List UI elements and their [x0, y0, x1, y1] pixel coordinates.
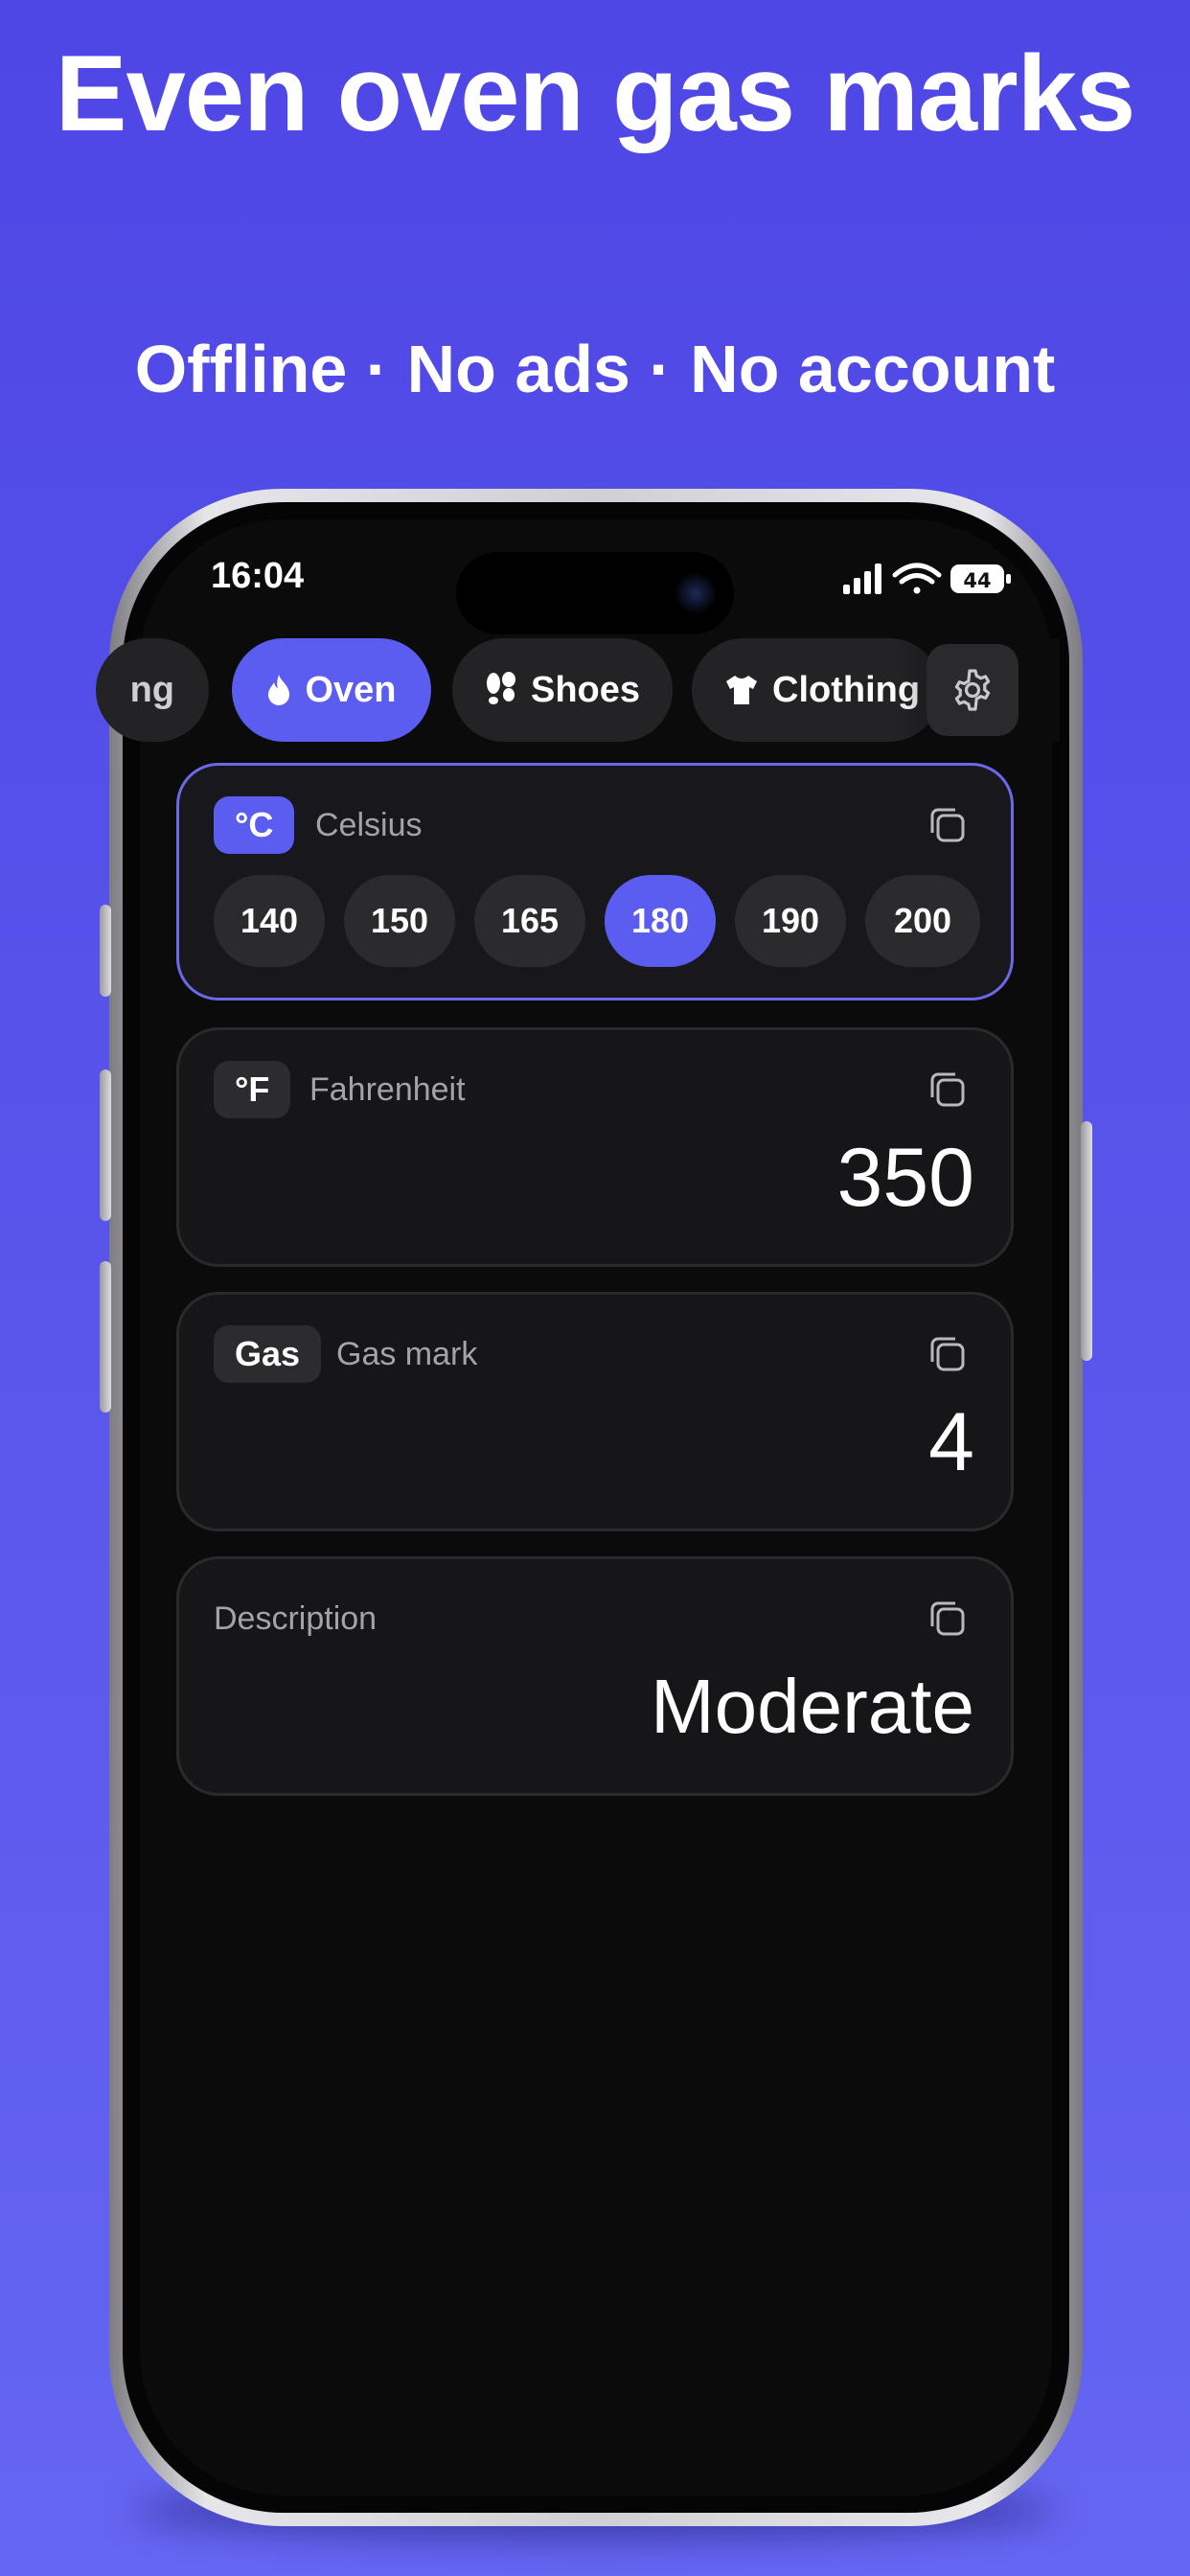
- fahrenheit-badge: °F: [214, 1061, 291, 1118]
- volume-up-button: [100, 1070, 111, 1221]
- copy-icon[interactable]: [927, 1333, 969, 1375]
- celsius-chip-200[interactable]: 200: [865, 875, 980, 967]
- wifi-icon: [892, 563, 942, 594]
- description-label: Description: [214, 1600, 378, 1637]
- celsius-chip-190[interactable]: 190: [735, 875, 846, 967]
- gas-card[interactable]: Gas Gas mark 4: [176, 1292, 1014, 1531]
- celsius-chip-150[interactable]: 150: [344, 875, 455, 967]
- copy-icon[interactable]: [927, 1598, 969, 1640]
- promo-headline: Even oven gas marks: [55, 34, 1135, 153]
- action-button: [100, 905, 111, 997]
- fahrenheit-card[interactable]: °F Fahrenheit 350: [176, 1027, 1014, 1267]
- tab-cooking[interactable]: ng: [96, 638, 209, 742]
- battery-icon: 44: [950, 564, 1011, 593]
- celsius-chip-180[interactable]: 180: [605, 875, 716, 967]
- promo-subline: Offline · No ads · No account: [134, 332, 1056, 406]
- fahrenheit-label: Fahrenheit: [309, 1071, 466, 1108]
- flame-icon: [268, 675, 290, 705]
- battery-level: 44: [963, 569, 991, 592]
- tab-shoes-label: Shoes: [530, 669, 641, 710]
- settings-button[interactable]: [927, 644, 1018, 736]
- power-button: [1081, 1121, 1092, 1361]
- description-value: Moderate: [651, 1664, 974, 1749]
- gas-value: 4: [928, 1396, 974, 1488]
- cellular-signal-icon: [843, 564, 881, 594]
- tab-oven-label: Oven: [305, 669, 397, 710]
- status-icons: 44: [843, 563, 1011, 594]
- tab-cooking-label: ng: [129, 669, 174, 710]
- front-camera-icon: [675, 573, 716, 613]
- tshirt-icon: [726, 676, 757, 704]
- volume-down-button: [100, 1261, 111, 1413]
- footprints-icon: [486, 672, 515, 704]
- celsius-badge: °C: [214, 796, 295, 854]
- tab-shoes[interactable]: Shoes: [452, 638, 673, 742]
- gas-badge: Gas: [214, 1325, 322, 1383]
- gas-label: Gas mark: [336, 1336, 478, 1372]
- copy-icon[interactable]: [927, 1069, 969, 1111]
- celsius-label: Celsius: [315, 807, 423, 843]
- description-card[interactable]: Description Moderate: [176, 1556, 1014, 1796]
- celsius-chip-140[interactable]: 140: [214, 875, 325, 967]
- gear-icon: [954, 669, 991, 711]
- celsius-card[interactable]: °C Celsius 140 150 165 180 190 200: [176, 763, 1014, 1000]
- celsius-chip-row: 140 150 165 180 190 200: [214, 875, 990, 967]
- celsius-chip-165[interactable]: 165: [474, 875, 585, 967]
- copy-icon[interactable]: [927, 804, 969, 846]
- category-tabs: ng Oven Shoes Clothing: [96, 638, 1060, 746]
- status-time: 16:04: [211, 556, 305, 596]
- fahrenheit-value: 350: [836, 1132, 975, 1224]
- tab-oven[interactable]: Oven: [232, 638, 431, 742]
